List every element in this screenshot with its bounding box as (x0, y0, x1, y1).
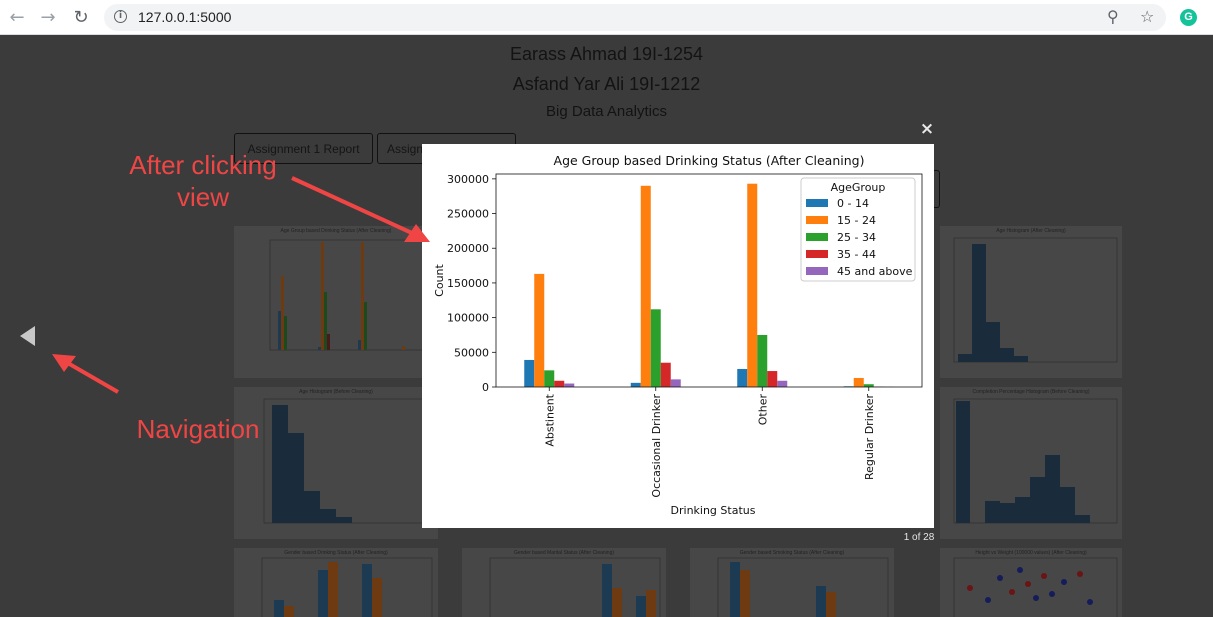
arrow-to-lightbox (291, 176, 415, 236)
arrow-head-navigation (52, 354, 76, 372)
annotation-arrows (52, 176, 430, 394)
arrow-to-navigation (65, 360, 119, 394)
